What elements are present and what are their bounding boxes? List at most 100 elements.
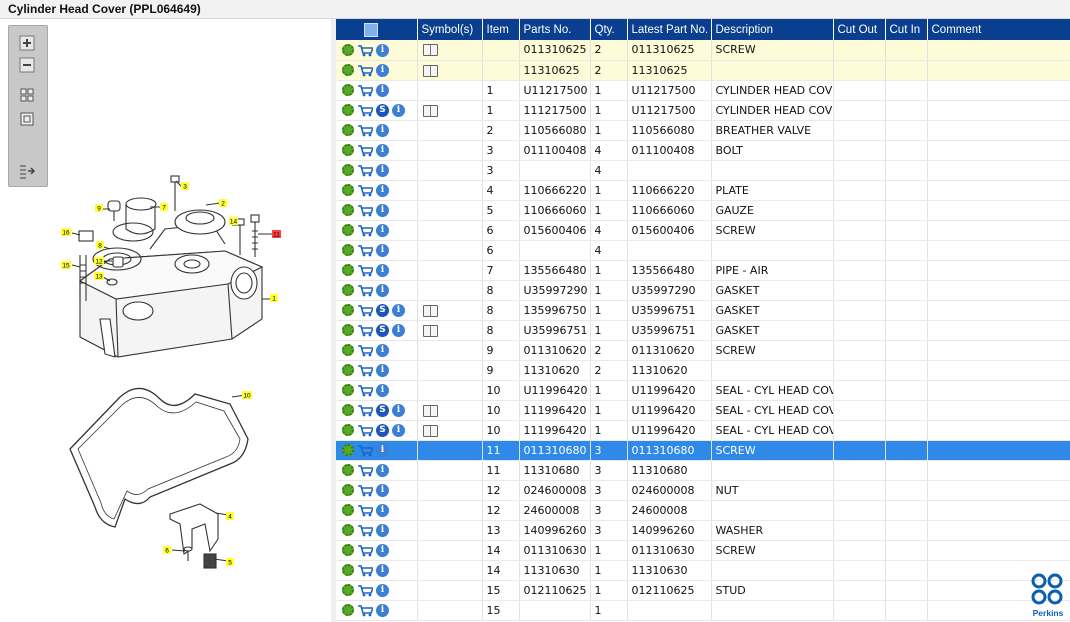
- settings-gear-icon[interactable]: [342, 244, 354, 257]
- settings-gear-icon[interactable]: [342, 444, 354, 457]
- settings-gear-icon[interactable]: [342, 384, 354, 397]
- add-to-cart-icon[interactable]: [357, 124, 373, 137]
- add-to-cart-icon[interactable]: [357, 44, 373, 57]
- table-row[interactable]: i 14 11310630 1 11310630: [336, 560, 1070, 581]
- table-row[interactable]: i 15 012110625 1 012110625 STUD: [336, 580, 1070, 601]
- column-header-latest-part-no[interactable]: Latest Part No.: [627, 19, 712, 40]
- settings-gear-icon[interactable]: [342, 524, 354, 537]
- column-header-comment[interactable]: Comment: [927, 19, 1070, 40]
- settings-gear-icon[interactable]: [342, 264, 354, 277]
- add-to-cart-icon[interactable]: [357, 504, 373, 517]
- symbol-book-icon[interactable]: [422, 104, 438, 117]
- info-icon[interactable]: i: [392, 323, 405, 337]
- add-to-cart-icon[interactable]: [357, 544, 373, 557]
- info-icon[interactable]: i: [376, 63, 389, 77]
- info-icon[interactable]: i: [376, 243, 389, 257]
- table-row[interactable]: i 13 140996260 3 140996260 WASHER: [336, 520, 1070, 541]
- table-row[interactable]: i1U112175001U11217500CYLINDER HEAD COVER: [336, 80, 1070, 101]
- table-row[interactable]: i 15 1: [336, 600, 1070, 621]
- add-to-cart-icon[interactable]: [357, 464, 373, 477]
- settings-gear-icon[interactable]: [342, 184, 354, 197]
- add-to-cart-icon[interactable]: [357, 324, 373, 337]
- info-icon[interactable]: i: [376, 543, 389, 557]
- parts-grid[interactable]: Symbol(s) Item Parts No. Qty. Latest Par…: [336, 19, 1070, 622]
- info-icon[interactable]: i: [376, 563, 389, 577]
- add-to-cart-icon[interactable]: [357, 564, 373, 577]
- supersession-icon[interactable]: S: [376, 303, 389, 317]
- info-icon[interactable]: i: [376, 223, 389, 237]
- settings-gear-icon[interactable]: [342, 204, 354, 217]
- info-icon[interactable]: i: [376, 503, 389, 517]
- info-icon[interactable]: i: [376, 43, 389, 57]
- info-icon[interactable]: i: [376, 183, 389, 197]
- info-icon[interactable]: i: [376, 443, 389, 457]
- column-header-cut-out[interactable]: Cut Out: [833, 19, 886, 40]
- table-row[interactable]: i 3 4: [336, 160, 1070, 181]
- add-to-cart-icon[interactable]: [357, 244, 373, 257]
- settings-gear-icon[interactable]: [342, 564, 354, 577]
- table-row[interactable]: i 11 11310680 3 11310680: [336, 460, 1070, 481]
- info-icon[interactable]: i: [376, 343, 389, 357]
- table-row[interactable]: i 7 135566480 1 135566480 PIPE - AIR: [336, 260, 1070, 281]
- diagram-pane[interactable]: 3 2 9 7 14 11 16 8 12 15 13 1 10 4 6 5: [0, 19, 333, 622]
- add-to-cart-icon[interactable]: [357, 484, 373, 497]
- settings-gear-icon[interactable]: [342, 284, 354, 297]
- add-to-cart-icon[interactable]: [357, 524, 373, 537]
- add-to-cart-icon[interactable]: [357, 284, 373, 297]
- info-icon[interactable]: i: [392, 403, 405, 417]
- info-icon[interactable]: i: [376, 523, 389, 537]
- supersession-icon[interactable]: S: [376, 103, 389, 117]
- add-to-cart-icon[interactable]: [357, 364, 373, 377]
- symbol-book-icon[interactable]: [422, 424, 438, 437]
- add-to-cart-icon[interactable]: [357, 304, 373, 317]
- settings-gear-icon[interactable]: [342, 404, 354, 417]
- table-row[interactable]: i 011310625 2 011310625 SCREW: [336, 40, 1070, 61]
- table-row[interactable]: Si 10 111996420 1 U11996420 SEAL - CYL HEAD C…: [336, 400, 1070, 421]
- table-row[interactable]: i 14 011310630 1 011310630 SCREW: [336, 540, 1070, 561]
- column-header-search[interactable]: [336, 19, 418, 40]
- add-to-cart-icon[interactable]: [357, 204, 373, 217]
- table-row[interactable]: i 11 011310680 3 011310680 SCREW: [336, 440, 1070, 461]
- column-header-qty[interactable]: Qty.: [590, 19, 628, 40]
- column-header-cut-in[interactable]: Cut In: [885, 19, 928, 40]
- settings-gear-icon[interactable]: [342, 144, 354, 157]
- add-to-cart-icon[interactable]: [357, 64, 373, 77]
- settings-gear-icon[interactable]: [342, 344, 354, 357]
- settings-gear-icon[interactable]: [342, 124, 354, 137]
- add-to-cart-icon[interactable]: [357, 404, 373, 417]
- column-header-parts-no[interactable]: Parts No.: [519, 19, 591, 40]
- table-row[interactable]: i 10 U11996420 1 U11996420 SEAL - CYL HEAD CO…: [336, 380, 1070, 401]
- settings-gear-icon[interactable]: [342, 304, 354, 317]
- table-row[interactable]: Si 8 U35996751 1 U35996751 GASKET: [336, 320, 1070, 341]
- info-icon[interactable]: i: [376, 383, 389, 397]
- add-to-cart-icon[interactable]: [357, 264, 373, 277]
- table-row[interactable]: i 4 110666220 1 110666220 PLATE: [336, 180, 1070, 201]
- info-icon[interactable]: i: [376, 263, 389, 277]
- table-row[interactable]: i 3 011100408 4 011100408 BOLT: [336, 140, 1070, 161]
- info-icon[interactable]: i: [376, 123, 389, 137]
- column-header-item[interactable]: Item: [482, 19, 520, 40]
- add-to-cart-icon[interactable]: [357, 584, 373, 597]
- info-icon[interactable]: i: [376, 603, 389, 617]
- settings-gear-icon[interactable]: [342, 584, 354, 597]
- settings-gear-icon[interactable]: [342, 604, 354, 617]
- settings-gear-icon[interactable]: [342, 464, 354, 477]
- info-icon[interactable]: i: [392, 423, 405, 437]
- info-icon[interactable]: i: [392, 303, 405, 317]
- info-icon[interactable]: i: [376, 283, 389, 297]
- supersession-icon[interactable]: S: [376, 323, 389, 337]
- table-row[interactable]: i 12 024600008 3 024600008 NUT: [336, 480, 1070, 501]
- table-row[interactable]: i 11310625 2 11310625: [336, 60, 1070, 81]
- settings-gear-icon[interactable]: [342, 164, 354, 177]
- table-row[interactable]: i 8 U35997290 1 U35997290 GASKET: [336, 280, 1070, 301]
- add-to-cart-icon[interactable]: [357, 444, 373, 457]
- settings-gear-icon[interactable]: [342, 224, 354, 237]
- info-icon[interactable]: i: [376, 463, 389, 477]
- info-icon[interactable]: i: [376, 483, 389, 497]
- settings-gear-icon[interactable]: [342, 544, 354, 557]
- settings-gear-icon[interactable]: [342, 64, 354, 77]
- settings-gear-icon[interactable]: [342, 484, 354, 497]
- settings-gear-icon[interactable]: [342, 44, 354, 56]
- info-icon[interactable]: i: [376, 83, 389, 97]
- add-to-cart-icon[interactable]: [357, 84, 373, 97]
